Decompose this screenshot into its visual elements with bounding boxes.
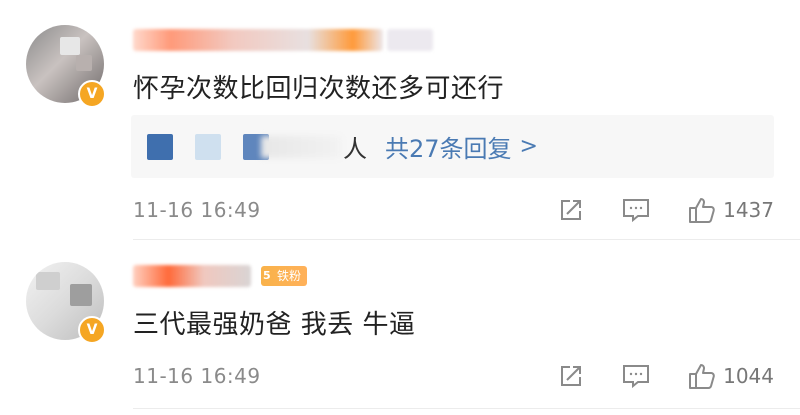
share-button[interactable]	[557, 196, 585, 224]
action-bar: 1437	[557, 195, 774, 225]
divider	[133, 408, 800, 409]
username[interactable]: 5 铁粉	[133, 262, 308, 290]
like-icon	[689, 198, 715, 223]
action-bar: 1044	[557, 361, 774, 391]
divider	[133, 239, 800, 240]
comment-icon	[623, 199, 650, 223]
fan-label: 铁粉	[277, 269, 302, 283]
verified-badge-icon: V	[78, 316, 106, 344]
share-icon	[561, 200, 582, 220]
timestamp: 11-16 16:49	[133, 198, 261, 222]
comment-footer: 11-16 16:49	[133, 195, 774, 225]
comment-item: V 5 铁粉 三代最强奶爸 我丢 牛逼 11-16 16:49 1044	[0, 0, 800, 409]
like-count: 1437	[723, 198, 774, 222]
share-icon	[561, 366, 582, 386]
like-button[interactable]: 1044	[687, 361, 774, 391]
comment-footer: 11-16 16:49	[133, 361, 774, 391]
like-icon	[689, 364, 715, 389]
share-button[interactable]	[557, 362, 585, 390]
like-count: 1044	[723, 364, 774, 388]
timestamp: 11-16 16:49	[133, 364, 261, 388]
fan-level: 5	[263, 269, 271, 282]
comment-icon	[623, 365, 650, 389]
comment-text: 三代最强奶爸 我丢 牛逼	[133, 310, 416, 340]
fan-badge: 5 铁粉	[261, 266, 308, 286]
comment-button[interactable]	[621, 362, 651, 390]
comment-button[interactable]	[621, 196, 651, 224]
like-button[interactable]: 1437	[687, 195, 774, 225]
